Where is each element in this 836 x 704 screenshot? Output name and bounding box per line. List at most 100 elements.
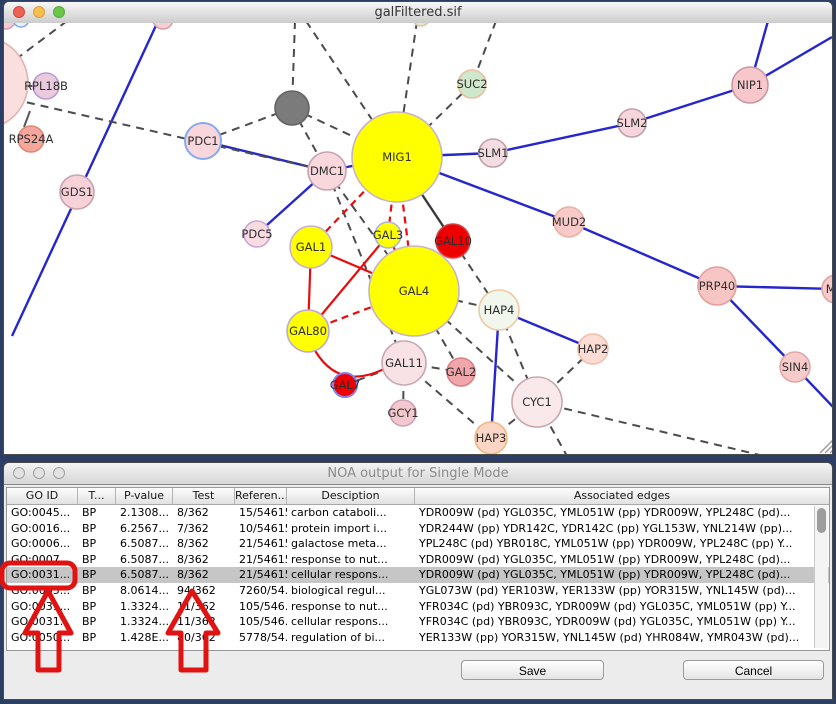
minimize-button[interactable] xyxy=(33,467,45,479)
scrollbar-thumb[interactable] xyxy=(817,508,826,533)
table-cell: 11/362 xyxy=(173,599,235,615)
node-label: GCY1 xyxy=(387,406,418,420)
table-cell: BP xyxy=(78,521,116,537)
table-cell: response to nut... xyxy=(287,552,415,568)
column-header[interactable]: P-value xyxy=(116,488,173,504)
node-label: RPL18B xyxy=(24,79,68,93)
node-unlabeled[interactable] xyxy=(4,23,15,29)
edge[interactable] xyxy=(537,402,764,454)
graph-window-titlebar[interactable]: galFiltered.sif xyxy=(4,2,832,24)
table-row[interactable]: GO:0050...BP1.428E...80/3625778/54...reg… xyxy=(7,630,829,646)
table-cell: BP xyxy=(78,552,116,568)
node-label: GAL11 xyxy=(385,356,423,370)
table-cell: BP xyxy=(78,505,116,521)
table-cell: YER133W (pp) YOR315W, YNL145W (pd) YHR08… xyxy=(415,630,829,646)
table-row[interactable]: GO:0016...BP6.2567...7/36210/54615protei… xyxy=(7,521,829,537)
table-cell: GO:0031... xyxy=(7,614,78,630)
node-label: SUC2 xyxy=(456,77,487,91)
node-label: GAL3 xyxy=(373,228,404,242)
node-label: RPS24A xyxy=(9,132,54,146)
node-label: MUD2 xyxy=(552,215,587,229)
column-header[interactable]: T... xyxy=(78,488,116,504)
table-header-row: GO IDT...P-valueTestReferen...Desciption… xyxy=(7,488,829,505)
noa-output-window: NOA output for Single Mode GO IDT...P-va… xyxy=(3,462,833,700)
table-cell: YDR009W (pd) YGL035C, YML051W (pp) YDR00… xyxy=(415,505,829,521)
table-cell: 1.3324... xyxy=(116,599,173,615)
table-row[interactable]: GO:0007...BP6.5087...8/36221/54615respon… xyxy=(7,552,829,568)
table-cell: BP xyxy=(78,614,116,630)
table-cell: regulation of bi... xyxy=(287,630,415,646)
column-header[interactable]: GO ID xyxy=(7,488,78,504)
save-button[interactable]: Save xyxy=(461,660,604,680)
table-cell: 6.5087... xyxy=(116,536,173,552)
minimize-button[interactable] xyxy=(33,6,45,18)
table-cell: 6.5087... xyxy=(116,567,173,583)
table-cell: BP xyxy=(78,599,116,615)
column-header[interactable]: Associated edges xyxy=(415,488,829,504)
table-row[interactable]: GO:0031...BP1.3324...11/362105/546...cel… xyxy=(7,614,829,630)
table-cell: 2.1308... xyxy=(116,505,173,521)
table-cell: galactose meta... xyxy=(287,536,415,552)
table-cell: 8/362 xyxy=(173,567,235,583)
network-canvas[interactable]: RPL18BRPS24AGDS1PDC1DMC1MIG1SUC2SLM1SLM2… xyxy=(4,23,832,454)
table-cell: 105/546... xyxy=(235,599,287,615)
table-cell: BP xyxy=(78,630,116,646)
table-cell: GO:0031... xyxy=(7,599,78,615)
table-cell: 8/362 xyxy=(173,552,235,568)
zoom-button[interactable] xyxy=(53,467,65,479)
node-label: MIG1 xyxy=(382,150,412,164)
table-row[interactable]: GO:0031...BP1.3324...11/362105/546...res… xyxy=(7,599,829,615)
table-cell: GO:0065... xyxy=(7,583,78,599)
column-header[interactable]: Referen... xyxy=(235,488,287,504)
edge[interactable] xyxy=(717,286,832,408)
node-unlabeled[interactable] xyxy=(13,23,29,27)
table-cell: carbon cataboli... xyxy=(287,505,415,521)
table-row[interactable]: GO:0031...BP6.5087...8/36221/54615cellul… xyxy=(7,567,829,583)
vertical-scrollbar[interactable] xyxy=(814,506,828,648)
table-cell: 105/546... xyxy=(235,614,287,630)
table-cell: 21/54615 xyxy=(235,536,287,552)
node-unlabeled[interactable] xyxy=(275,91,309,125)
edge[interactable] xyxy=(830,450,832,453)
results-table: GO IDT...P-valueTestReferen...Desciption… xyxy=(6,487,830,651)
table-cell: GO:0016... xyxy=(7,521,78,537)
close-button[interactable] xyxy=(13,6,25,18)
table-cell: 21/54615 xyxy=(235,567,287,583)
column-header[interactable]: Desciption xyxy=(287,488,415,504)
table-cell: response to nut... xyxy=(287,599,415,615)
table-row[interactable]: GO:0065...BP8.0614...94/3627260/54...bio… xyxy=(7,583,829,599)
table-body: GO:0045...BP2.1308...8/36215/54615carbon… xyxy=(7,505,829,645)
node-label: CYC1 xyxy=(522,395,552,409)
graph-window-title: galFiltered.sif xyxy=(374,5,461,20)
table-cell: 5778/54... xyxy=(235,630,287,646)
node-label: HAP4 xyxy=(484,303,515,317)
table-row[interactable]: GO:0045...BP2.1308...8/36215/54615carbon… xyxy=(7,505,829,521)
node-label: PDC5 xyxy=(241,227,272,241)
zoom-button[interactable] xyxy=(53,6,65,18)
close-button[interactable] xyxy=(13,467,25,479)
noa-window-titlebar[interactable]: NOA output for Single Mode xyxy=(4,463,832,485)
table-cell: 7260/54... xyxy=(235,583,287,599)
node-label: GAL7 xyxy=(330,378,361,392)
node-label: MSI xyxy=(826,282,832,296)
column-header[interactable]: Test xyxy=(173,488,235,504)
cancel-button[interactable]: Cancel xyxy=(683,660,824,680)
node-label: NIP1 xyxy=(737,78,763,92)
table-cell: protein import i... xyxy=(287,521,415,537)
table-cell: 1.3324... xyxy=(116,614,173,630)
table-cell: 6.5087... xyxy=(116,552,173,568)
table-cell: GO:0045... xyxy=(7,505,78,521)
edge[interactable] xyxy=(24,111,30,127)
node-label: GAL80 xyxy=(289,324,327,338)
table-row[interactable]: GO:0006...BP6.5087...8/36221/54615galact… xyxy=(7,536,829,552)
table-cell: 8/362 xyxy=(173,536,235,552)
graph-window: galFiltered.sif RPL18BRPS24AGDS1PDC1DMC1… xyxy=(3,1,833,455)
table-cell: GO:0007... xyxy=(7,552,78,568)
network-graph[interactable]: RPL18BRPS24AGDS1PDC1DMC1MIG1SUC2SLM1SLM2… xyxy=(4,23,832,454)
node-label: SLM2 xyxy=(617,116,648,130)
table-cell: 21/54615 xyxy=(235,552,287,568)
table-cell: GO:0050... xyxy=(7,630,78,646)
table-cell: 80/362 xyxy=(173,630,235,646)
node-label: GAL2 xyxy=(446,365,477,379)
table-cell: YFR034C (pd) YBR093C, YDR009W (pd) YGL03… xyxy=(415,599,829,615)
